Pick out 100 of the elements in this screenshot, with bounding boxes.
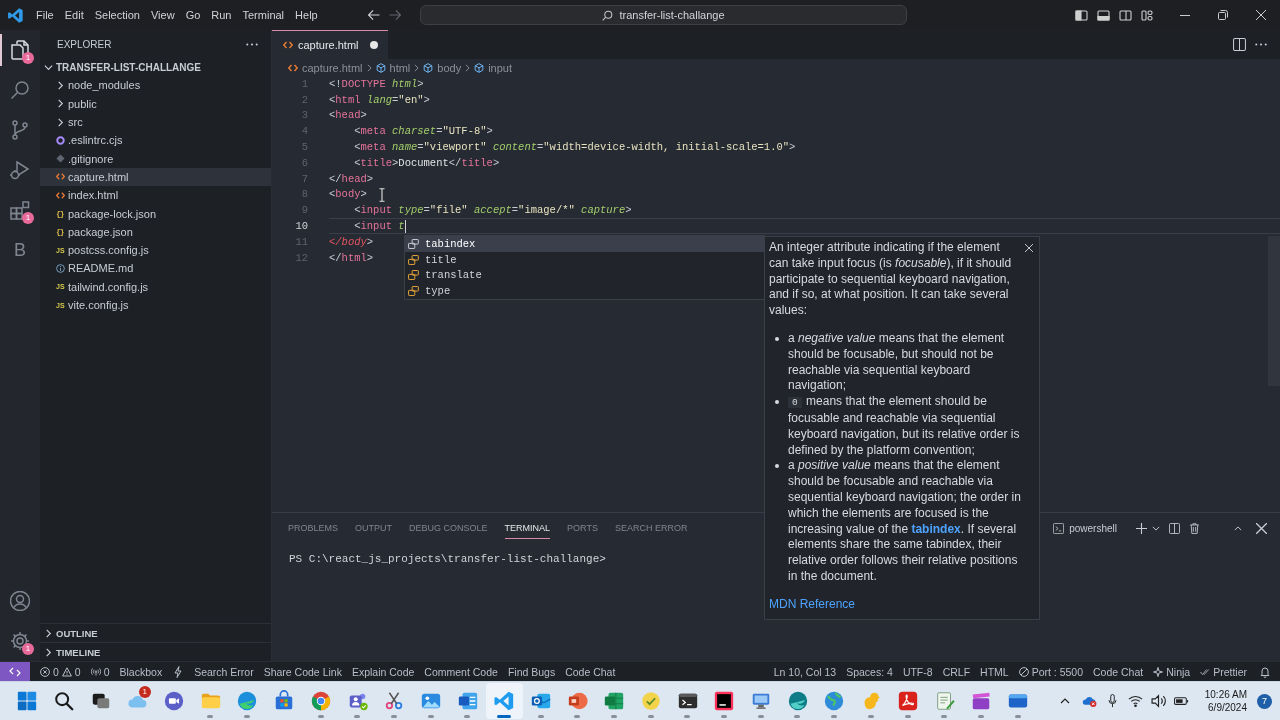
status-bar-item[interactable]: Comment Code — [419, 665, 503, 678]
status-bar-item[interactable]: Spaces: 4 — [841, 665, 898, 678]
status-bar-item[interactable]: Ln 10, Col 13 — [768, 665, 842, 678]
tree-item[interactable]: .gitignore — [40, 149, 271, 168]
menu-item[interactable]: Edit — [59, 7, 89, 23]
layout-grid-icon[interactable] — [1140, 9, 1154, 21]
suggestion-item[interactable]: tabindex — [405, 236, 764, 252]
search-icon[interactable] — [53, 690, 76, 712]
browser-icon[interactable] — [309, 690, 332, 712]
status-bar-item[interactable]: HTML — [975, 665, 1014, 678]
lightning-icon[interactable] — [174, 665, 183, 678]
document-icon[interactable] — [456, 690, 479, 712]
tree-item[interactable]: index.html — [40, 186, 271, 205]
cloud-error-icon[interactable] — [1081, 694, 1097, 708]
terminal-selector[interactable]: powershell — [1053, 522, 1117, 534]
link[interactable]: tabindex — [911, 521, 961, 536]
status-bar-item[interactable]: CRLF — [937, 665, 976, 678]
menu-item[interactable]: Help — [290, 7, 323, 23]
status-bar-item[interactable]: Code Chat — [1088, 665, 1149, 678]
close-icon[interactable] — [1256, 10, 1266, 20]
status-bar-item[interactable]: Blackbox — [114, 665, 168, 678]
secondary-sidebar-toggle-icon[interactable] — [1118, 9, 1132, 21]
tree-item[interactable]: src — [40, 112, 271, 132]
status-bar-item[interactable]: Ninja — [1148, 665, 1196, 678]
reference-link[interactable]: MDN Reference — [769, 596, 856, 613]
back-arrow-icon[interactable] — [368, 10, 380, 20]
account-icon[interactable] — [10, 591, 30, 611]
editor-tab[interactable]: capture.html — [272, 30, 388, 59]
notification-count-badge[interactable]: 7 — [1257, 693, 1272, 709]
check-circle-icon[interactable] — [640, 690, 663, 712]
panel-tab[interactable]: DEBUG CONSOLE — [409, 517, 488, 539]
tree-item[interactable]: README.md — [40, 259, 271, 278]
bell-icon[interactable] — [1260, 665, 1270, 678]
status-bar-item[interactable]: Share Code Link — [258, 665, 347, 678]
source-control-icon[interactable] — [10, 120, 30, 140]
panel-tab[interactable]: PROBLEMS — [288, 517, 338, 539]
menu-item[interactable]: Go — [180, 7, 206, 23]
breadcrumb[interactable]: body — [423, 61, 462, 74]
code-editor-icon[interactable] — [493, 690, 516, 712]
taskbar-button[interactable] — [485, 683, 523, 719]
primary-sidebar-toggle-icon[interactable] — [1074, 9, 1088, 21]
minimize-icon[interactable] — [1180, 14, 1190, 16]
tree-item[interactable]: public — [40, 94, 271, 113]
status-bar-item[interactable]: UTF-8 — [897, 665, 938, 678]
close-icon[interactable] — [1025, 244, 1033, 252]
spreadsheet-icon[interactable] — [603, 690, 626, 712]
tree-item[interactable]: node_modules — [40, 76, 271, 95]
status-bar-item[interactable]: Search Error — [189, 665, 259, 678]
browser-icon[interactable] — [236, 690, 259, 712]
tree-item[interactable]: TRANSFER-LIST-CHALLANGE — [40, 58, 271, 77]
globe-icon[interactable] — [823, 690, 846, 712]
status-bar-item[interactable]: Port : 5500 — [1013, 665, 1088, 678]
battery-icon[interactable] — [1173, 694, 1189, 708]
extensions-icon[interactable] — [10, 200, 30, 220]
menu-item[interactable]: File — [31, 7, 59, 23]
breadcrumb[interactable]: html — [375, 61, 411, 74]
restore-icon[interactable] — [1218, 10, 1228, 20]
remote-button[interactable] — [0, 662, 30, 681]
panel-tab[interactable]: PORTS — [567, 517, 598, 539]
breadcrumb[interactable]: input — [474, 61, 513, 74]
panel-toggle-icon[interactable] — [1096, 9, 1110, 21]
suggestion-item[interactable]: type — [405, 283, 764, 300]
panel-tab[interactable]: OUTPUT — [355, 517, 392, 539]
chevron-up-icon[interactable] — [1059, 698, 1070, 704]
close-icon[interactable] — [1256, 522, 1267, 534]
chevron-down-icon[interactable] — [1152, 525, 1160, 531]
breadcrumb[interactable]: capture.html — [288, 61, 363, 74]
video-call-icon[interactable] — [163, 690, 186, 712]
tree-item[interactable]: {} package.json — [40, 222, 271, 241]
browser-icon[interactable] — [786, 690, 809, 712]
section-header[interactable]: OUTLINE — [40, 623, 271, 642]
more-icon[interactable] — [1255, 43, 1267, 46]
problems-status-item[interactable]: 0 0 — [35, 665, 86, 678]
speaker-icon[interactable] — [1150, 694, 1166, 708]
status-bar-item[interactable]: 0 — [85, 665, 115, 678]
menu-item[interactable]: Terminal — [237, 7, 290, 23]
files-icon[interactable] — [10, 40, 30, 60]
pdf-icon[interactable] — [896, 690, 919, 712]
run-debug-icon[interactable] — [10, 160, 30, 180]
settings-icon[interactable] — [10, 631, 30, 651]
split-editor-icon[interactable] — [1233, 38, 1246, 51]
ide-icon[interactable] — [713, 690, 736, 712]
panel-tab[interactable]: TERMINAL — [504, 517, 551, 539]
status-bar-item[interactable]: Find Bugs — [502, 665, 561, 678]
suggestion-item[interactable]: translate — [405, 267, 764, 284]
status-bar-item[interactable]: Explain Code — [346, 665, 420, 678]
split-panel-icon[interactable] — [1169, 522, 1180, 534]
letter-icon[interactable]: B — [14, 240, 26, 260]
status-bar-item[interactable]: Code Chat — [560, 665, 621, 678]
clapperboard-icon[interactable] — [970, 690, 993, 712]
status-bar-item[interactable]: Prettier — [1195, 665, 1252, 678]
command-center[interactable]: transfer-list-challange — [420, 5, 907, 25]
tree-item[interactable]: {} package-lock.json — [40, 204, 271, 223]
menu-item[interactable]: Selection — [89, 7, 145, 23]
suggestion-item[interactable]: title — [405, 251, 764, 268]
plus-icon[interactable] — [1136, 522, 1147, 534]
panel-tab[interactable]: SEARCH ERROR — [614, 517, 688, 539]
tree-item[interactable]: .eslintrc.cjs — [40, 131, 271, 150]
menu-item[interactable]: View — [145, 7, 180, 23]
tree-item[interactable]: capture.html — [40, 167, 271, 187]
